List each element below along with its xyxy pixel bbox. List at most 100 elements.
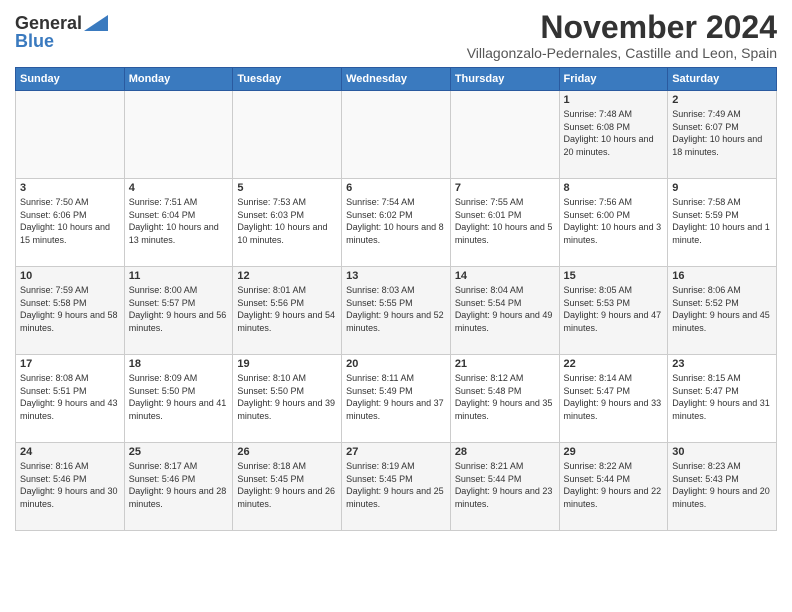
- day-info: Sunrise: 7:54 AM Sunset: 6:02 PM Dayligh…: [346, 196, 446, 246]
- day-number: 14: [455, 270, 555, 282]
- day-number: 22: [564, 358, 664, 370]
- calendar-week-row: 10 Sunrise: 7:59 AM Sunset: 5:58 PM Dayli…: [16, 267, 777, 355]
- day-info: Sunrise: 8:08 AM Sunset: 5:51 PM Dayligh…: [20, 372, 120, 422]
- day-info: Sunrise: 8:15 AM Sunset: 5:47 PM Dayligh…: [672, 372, 772, 422]
- day-number: 11: [129, 270, 229, 282]
- day-number: 21: [455, 358, 555, 370]
- calendar-table: SundayMondayTuesdayWednesdayThursdayFrid…: [15, 67, 777, 531]
- day-number: 28: [455, 446, 555, 458]
- day-of-week-header: Tuesday: [233, 68, 342, 91]
- day-number: 23: [672, 358, 772, 370]
- calendar-cell: 13 Sunrise: 8:03 AM Sunset: 5:55 PM Dayli…: [342, 267, 451, 355]
- location-subtitle: Villagonzalo-Pedernales, Castille and Le…: [467, 45, 777, 61]
- calendar-week-row: 1Sunrise: 7:48 AM Sunset: 6:08 PM Daylig…: [16, 91, 777, 179]
- day-number: 8: [564, 182, 664, 194]
- calendar-cell: 11 Sunrise: 8:00 AM Sunset: 5:57 PM Dayli…: [124, 267, 233, 355]
- day-number: 6: [346, 182, 446, 194]
- day-of-week-header: Saturday: [668, 68, 777, 91]
- calendar-cell: 6 Sunrise: 7:54 AM Sunset: 6:02 PM Daylig…: [342, 179, 451, 267]
- calendar-cell: 2 Sunrise: 7:49 AM Sunset: 6:07 PM Daylig…: [668, 91, 777, 179]
- day-number: 29: [564, 446, 664, 458]
- day-info: Sunrise: 8:19 AM Sunset: 5:45 PM Dayligh…: [346, 460, 446, 510]
- calendar-cell: 19 Sunrise: 8:10 AM Sunset: 5:50 PM Dayli…: [233, 355, 342, 443]
- calendar-cell: 27Sunrise: 8:19 AM Sunset: 5:45 PM Dayli…: [342, 443, 451, 531]
- calendar-cell: [16, 91, 125, 179]
- logo: General Blue: [15, 14, 108, 50]
- calendar-cell: [233, 91, 342, 179]
- calendar-cell: 30Sunrise: 8:23 AM Sunset: 5:43 PM Dayli…: [668, 443, 777, 531]
- day-info: Sunrise: 8:03 AM Sunset: 5:55 PM Dayligh…: [346, 284, 446, 334]
- day-info: Sunrise: 8:22 AM Sunset: 5:44 PM Dayligh…: [564, 460, 664, 510]
- calendar-cell: 17 Sunrise: 8:08 AM Sunset: 5:51 PM Dayli…: [16, 355, 125, 443]
- calendar-cell: 15 Sunrise: 8:05 AM Sunset: 5:53 PM Dayli…: [559, 267, 668, 355]
- day-number: 4: [129, 182, 229, 194]
- calendar-week-row: 24 Sunrise: 8:16 AM Sunset: 5:46 PM Dayli…: [16, 443, 777, 531]
- calendar-cell: [124, 91, 233, 179]
- day-info: Sunrise: 8:00 AM Sunset: 5:57 PM Dayligh…: [129, 284, 229, 334]
- logo-icon: [84, 15, 108, 31]
- logo-blue-text: Blue: [15, 32, 54, 50]
- calendar-week-row: 17 Sunrise: 8:08 AM Sunset: 5:51 PM Dayli…: [16, 355, 777, 443]
- day-number: 2: [672, 94, 772, 106]
- calendar-cell: [342, 91, 451, 179]
- calendar-cell: 22 Sunrise: 8:14 AM Sunset: 5:47 PM Dayli…: [559, 355, 668, 443]
- day-info: Sunrise: 7:55 AM Sunset: 6:01 PM Dayligh…: [455, 196, 555, 246]
- calendar-cell: 1Sunrise: 7:48 AM Sunset: 6:08 PM Daylig…: [559, 91, 668, 179]
- calendar-header-row: SundayMondayTuesdayWednesdayThursdayFrid…: [16, 68, 777, 91]
- calendar-cell: 14Sunrise: 8:04 AM Sunset: 5:54 PM Dayli…: [450, 267, 559, 355]
- day-of-week-header: Sunday: [16, 68, 125, 91]
- day-info: Sunrise: 8:10 AM Sunset: 5:50 PM Dayligh…: [237, 372, 337, 422]
- day-number: 7: [455, 182, 555, 194]
- day-number: 17: [20, 358, 120, 370]
- day-number: 5: [237, 182, 337, 194]
- month-title: November 2024: [467, 10, 777, 45]
- day-info: Sunrise: 8:21 AM Sunset: 5:44 PM Dayligh…: [455, 460, 555, 510]
- day-number: 10: [20, 270, 120, 282]
- calendar-cell: 7 Sunrise: 7:55 AM Sunset: 6:01 PM Daylig…: [450, 179, 559, 267]
- calendar-cell: 28 Sunrise: 8:21 AM Sunset: 5:44 PM Dayli…: [450, 443, 559, 531]
- day-info: Sunrise: 8:14 AM Sunset: 5:47 PM Dayligh…: [564, 372, 664, 422]
- day-info: Sunrise: 7:53 AM Sunset: 6:03 PM Dayligh…: [237, 196, 337, 246]
- day-number: 18: [129, 358, 229, 370]
- day-number: 15: [564, 270, 664, 282]
- day-number: 1: [564, 94, 664, 106]
- day-of-week-header: Thursday: [450, 68, 559, 91]
- day-info: Sunrise: 8:09 AM Sunset: 5:50 PM Dayligh…: [129, 372, 229, 422]
- day-info: Sunrise: 7:50 AM Sunset: 6:06 PM Dayligh…: [20, 196, 120, 246]
- calendar-cell: 29 Sunrise: 8:22 AM Sunset: 5:44 PM Dayli…: [559, 443, 668, 531]
- day-info: Sunrise: 7:56 AM Sunset: 6:00 PM Dayligh…: [564, 196, 664, 246]
- day-info: Sunrise: 8:16 AM Sunset: 5:46 PM Dayligh…: [20, 460, 120, 510]
- day-number: 3: [20, 182, 120, 194]
- day-info: Sunrise: 8:18 AM Sunset: 5:45 PM Dayligh…: [237, 460, 337, 510]
- calendar-cell: 21Sunrise: 8:12 AM Sunset: 5:48 PM Dayli…: [450, 355, 559, 443]
- calendar-cell: 23 Sunrise: 8:15 AM Sunset: 5:47 PM Dayli…: [668, 355, 777, 443]
- day-info: Sunrise: 8:05 AM Sunset: 5:53 PM Dayligh…: [564, 284, 664, 334]
- calendar-cell: 12Sunrise: 8:01 AM Sunset: 5:56 PM Dayli…: [233, 267, 342, 355]
- calendar-week-row: 3 Sunrise: 7:50 AM Sunset: 6:06 PM Daylig…: [16, 179, 777, 267]
- calendar-cell: [450, 91, 559, 179]
- day-number: 20: [346, 358, 446, 370]
- title-area: November 2024 Villagonzalo-Pedernales, C…: [467, 10, 777, 61]
- logo-general-text: General: [15, 14, 82, 32]
- day-info: Sunrise: 8:17 AM Sunset: 5:46 PM Dayligh…: [129, 460, 229, 510]
- day-info: Sunrise: 7:59 AM Sunset: 5:58 PM Dayligh…: [20, 284, 120, 334]
- day-number: 19: [237, 358, 337, 370]
- day-number: 24: [20, 446, 120, 458]
- day-number: 13: [346, 270, 446, 282]
- day-info: Sunrise: 7:51 AM Sunset: 6:04 PM Dayligh…: [129, 196, 229, 246]
- day-of-week-header: Friday: [559, 68, 668, 91]
- calendar-cell: 4 Sunrise: 7:51 AM Sunset: 6:04 PM Daylig…: [124, 179, 233, 267]
- day-of-week-header: Monday: [124, 68, 233, 91]
- day-info: Sunrise: 8:23 AM Sunset: 5:43 PM Dayligh…: [672, 460, 772, 510]
- day-info: Sunrise: 8:06 AM Sunset: 5:52 PM Dayligh…: [672, 284, 772, 334]
- day-info: Sunrise: 8:01 AM Sunset: 5:56 PM Dayligh…: [237, 284, 337, 334]
- day-number: 9: [672, 182, 772, 194]
- day-of-week-header: Wednesday: [342, 68, 451, 91]
- day-number: 25: [129, 446, 229, 458]
- day-number: 26: [237, 446, 337, 458]
- calendar-cell: 25 Sunrise: 8:17 AM Sunset: 5:46 PM Dayli…: [124, 443, 233, 531]
- day-info: Sunrise: 7:49 AM Sunset: 6:07 PM Dayligh…: [672, 108, 772, 158]
- calendar-cell: 26 Sunrise: 8:18 AM Sunset: 5:45 PM Dayli…: [233, 443, 342, 531]
- calendar-cell: 3 Sunrise: 7:50 AM Sunset: 6:06 PM Daylig…: [16, 179, 125, 267]
- calendar-cell: 9Sunrise: 7:58 AM Sunset: 5:59 PM Daylig…: [668, 179, 777, 267]
